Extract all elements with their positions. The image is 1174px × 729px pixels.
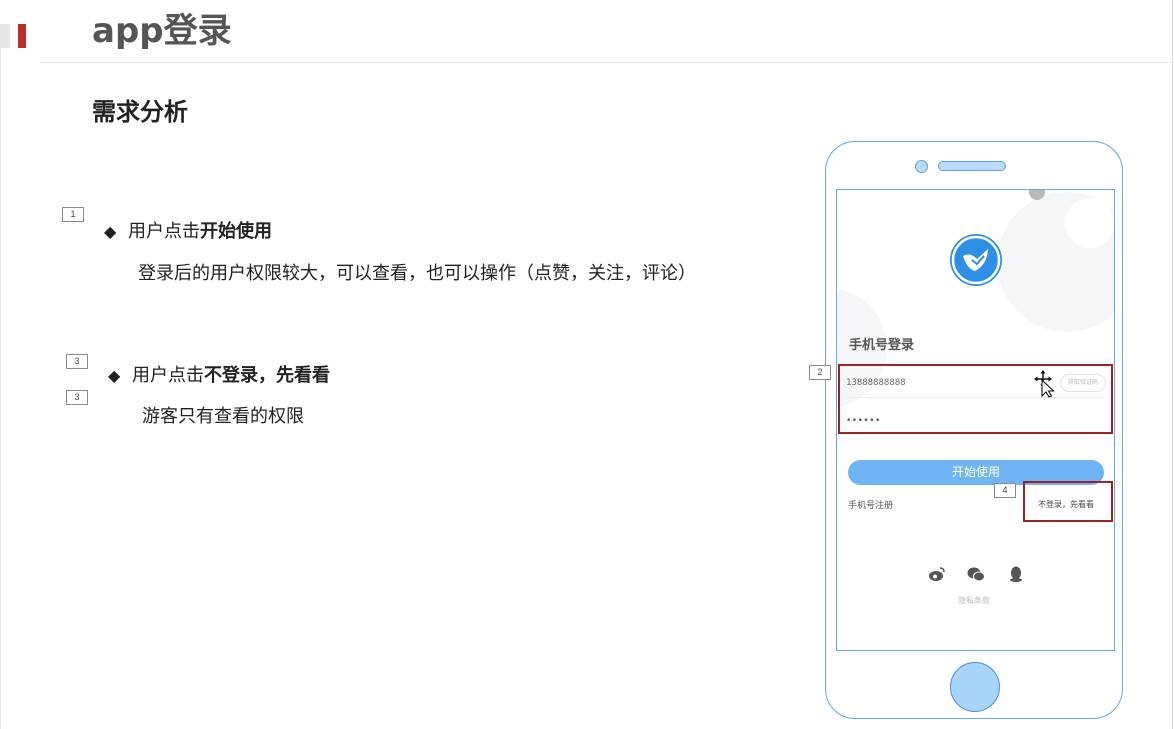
right-edge-line [1172,0,1173,729]
diamond-bullet-icon: ◆ [108,366,121,385]
point-2-emphasis: 不登录，先看看 [204,365,330,386]
register-link[interactable]: 手机号注册 [848,498,893,511]
marker-2: 2 [809,365,831,380]
point-1-description: 登录后的用户权限较大，可以查看，也可以操作（点赞，关注，评论） [138,263,696,284]
phone-speaker [938,161,1006,171]
header-divider [40,62,1174,63]
point-1-bullet: ◆ 用户点击开始使用 [104,220,272,244]
inputs-highlight-box [838,364,1113,434]
left-edge-line [0,48,1,729]
wechat-icon[interactable] [966,565,986,583]
weibo-icon[interactable] [927,565,947,583]
accent-bar-gray [0,24,10,48]
screen-title: 手机号登录 [849,338,915,353]
section-subtitle: 需求分析 [92,98,188,126]
diamond-bullet-icon: ◆ [104,222,117,241]
bg-decor-circle-inner [1065,198,1114,248]
marker-1: 1 [62,207,84,222]
qq-icon[interactable] [1006,565,1026,583]
point-2-bullet: ◆ 用户点击不登录，先看看 [108,364,330,388]
marker-3-duplicate: 3 [66,390,88,405]
phone-home-button [950,662,1000,712]
move-cursor-icon [1034,370,1055,398]
skip-login-link[interactable]: 不登录，先看看 [1038,499,1094,510]
slide-title: app登录 [92,11,232,51]
point-1-emphasis: 开始使用 [200,221,272,242]
point-1-prefix: 用户点击 [128,221,200,242]
point-2-prefix: 用户点击 [132,365,204,386]
privacy-terms-link[interactable]: 隐私条款 [958,595,990,606]
phone-camera [915,160,928,173]
marker-4: 4 [994,483,1016,498]
accent-bar-red [18,24,26,48]
point-2-description: 游客只有查看的权限 [142,406,304,427]
marker-3: 3 [66,354,88,369]
app-logo-icon [950,234,1002,286]
